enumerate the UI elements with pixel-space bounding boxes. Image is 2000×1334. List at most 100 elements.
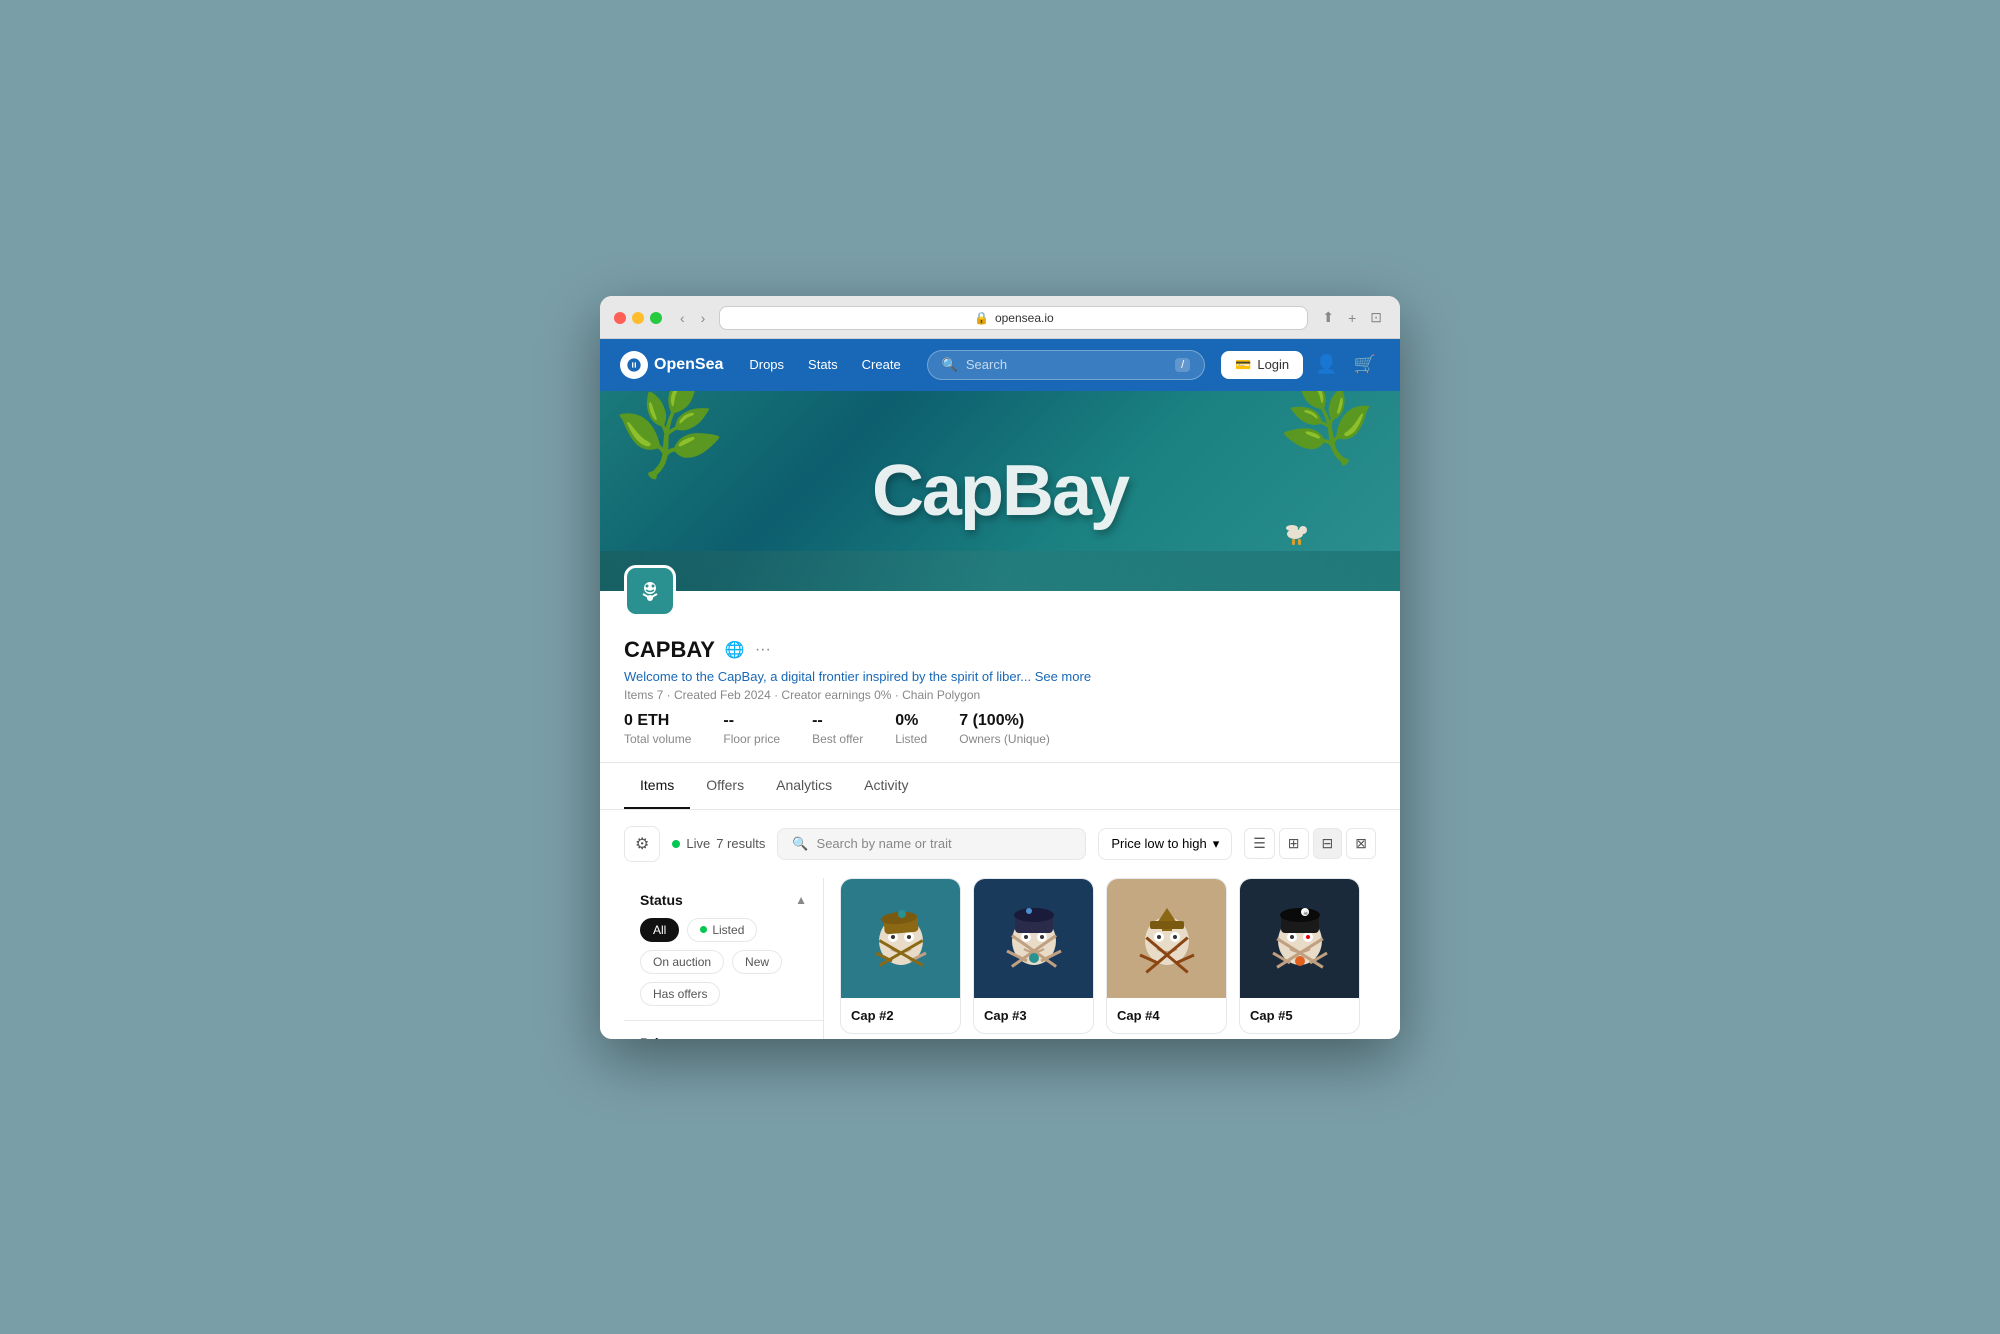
traffic-lights [614,312,662,324]
lock-icon: 🔒 [974,311,989,325]
more-options-button[interactable]: ··· [755,641,771,659]
nav-drops[interactable]: Drops [739,353,794,376]
fullscreen-button[interactable] [650,312,662,324]
stat-floor-price-value: -- [723,712,780,730]
stat-owners-label: Owners (Unique) [959,732,1050,746]
browser-right-buttons: ⬆ + ⊡ [1318,307,1386,328]
tab-activity[interactable]: Activity [848,763,924,809]
results-count: 7 results [716,836,765,851]
collection-description: Welcome to the CapBay, a digital frontie… [624,669,1376,684]
opensea-logo[interactable]: OpenSea [620,351,723,379]
stat-total-volume-value: 0 ETH [624,712,691,730]
address-bar[interactable]: 🔒 opensea.io [719,306,1308,330]
search-shortcut: / [1175,358,1190,372]
collection-name: CAPBAY [624,637,715,663]
bird-decoration [1270,514,1320,561]
chip-has-offers[interactable]: Has offers [640,982,720,1006]
stat-owners: 7 (100%) Owners (Unique) [959,712,1050,746]
nft-card-cap2[interactable]: Cap #2 [840,878,961,1034]
chip-all[interactable]: All [640,918,679,942]
status-filter-section: Status ▲ All Listed On auction New Has o… [624,878,823,1021]
status-filter-chips: All Listed On auction New Has offers [640,918,807,1006]
nft-name-cap2: Cap #2 [851,1008,950,1023]
nav-create[interactable]: Create [852,353,911,376]
list-view-button[interactable]: ☰ [1244,828,1275,859]
logo-icon [620,351,648,379]
items-area: ⚙ Live 7 results 🔍 Search by name or tra… [600,810,1400,1039]
large-grid-view-button[interactable]: ⊠ [1346,828,1376,859]
stat-best-offer-value: -- [812,712,863,730]
items-search-bar[interactable]: 🔍 Search by name or trait [777,828,1086,860]
nft-info-cap2: Cap #2 [841,998,960,1033]
palm-right-decoration: 🌿 [1274,391,1379,473]
live-indicator: Live 7 results [672,836,765,851]
live-label: Live [686,836,710,851]
tab-items[interactable]: Items [624,763,690,809]
search-icon: 🔍 [792,836,808,852]
share-button[interactable]: ⬆ [1318,307,1338,328]
new-tab-button[interactable]: + [1344,307,1360,328]
collection-info: CAPBAY 🌐 ··· Welcome to the CapBay, a di… [600,591,1400,763]
stat-best-offer: -- Best offer [812,712,863,746]
nft-image-cap2 [841,879,960,998]
filter-toggle-button[interactable]: ⚙ [624,826,660,862]
price-chevron-icon: ▾ [801,1036,807,1039]
collection-meta: Items 7 · Created Feb 2024 · Creator ear… [624,688,1376,702]
close-button[interactable] [614,312,626,324]
collection-avatar [624,565,676,617]
chevron-down-icon: ▾ [1213,836,1220,852]
chip-new[interactable]: New [732,950,782,974]
stat-total-volume-label: Total volume [624,732,691,746]
price-filter-section: Price ▾ [624,1021,823,1039]
opensea-navbar: OpenSea Drops Stats Create 🔍 Search / 💳 … [600,339,1400,391]
tab-analytics[interactable]: Analytics [760,763,848,809]
sort-dropdown[interactable]: Price low to high ▾ [1098,828,1232,860]
live-dot [672,840,680,848]
nft-info-cap4: Cap #4 [1107,998,1226,1033]
nft-grid: Cap #2 [824,878,1376,1039]
stat-best-offer-label: Best offer [812,732,863,746]
nft-info-cap5: Cap #5 [1240,998,1359,1033]
nav-stats[interactable]: Stats [798,353,848,376]
page-content: OpenSea Drops Stats Create 🔍 Search / 💳 … [600,339,1400,1039]
back-button[interactable]: ‹ [676,308,689,328]
nft-card-cap3[interactable]: Cap #3 [973,878,1094,1034]
nft-card-cap4[interactable]: Cap #4 [1106,878,1227,1034]
collection-tabs: Items Offers Analytics Activity [600,763,1400,810]
forward-button[interactable]: › [697,308,710,328]
stat-floor-price-label: Floor price [723,732,780,746]
more-button[interactable]: ⊡ [1366,307,1386,328]
tab-offers[interactable]: Offers [690,763,760,809]
view-toggle-buttons: ☰ ⊞ ⊟ ⊠ [1244,828,1376,859]
nft-info-cap3: Cap #3 [974,998,1093,1033]
price-filter-label: Price [640,1035,674,1039]
cart-icon-button[interactable]: 🛒 [1350,350,1380,379]
chip-on-auction[interactable]: On auction [640,950,724,974]
hero-banner: 🌿 🌿 CapBay [600,391,1400,591]
sort-label: Price low to high [1111,836,1206,851]
nft-image-cap5: ☠ [1240,879,1359,998]
stat-listed-label: Listed [895,732,927,746]
minimize-button[interactable] [632,312,644,324]
url-text: opensea.io [995,311,1054,325]
globe-icon-button[interactable]: 🌐 [725,640,745,660]
nav-search-bar[interactable]: 🔍 Search / [927,350,1205,380]
profile-icon-button[interactable]: 👤 [1311,350,1341,379]
status-filter-header[interactable]: Status ▲ [640,892,807,908]
status-chevron-up-icon: ▲ [795,893,807,907]
chip-listed[interactable]: Listed [687,918,757,942]
grid-view-button[interactable]: ⊟ [1313,828,1343,859]
nav-right-section: 💳 Login 👤 🛒 [1221,350,1380,379]
small-grid-view-button[interactable]: ⊞ [1279,828,1309,859]
collection-stats: 0 ETH Total volume -- Floor price -- Bes… [624,712,1376,746]
status-filter-label: Status [640,892,683,908]
browser-window: ‹ › 🔒 opensea.io ⬆ + ⊡ OpenSea [600,296,1400,1039]
nft-card-cap5[interactable]: ☠ Cap #5 [1239,878,1360,1034]
see-more-link[interactable]: See more [1035,669,1091,684]
stat-owners-value: 7 (100%) [959,712,1050,730]
login-button[interactable]: 💳 Login [1221,351,1303,379]
collection-header: CAPBAY 🌐 ··· [624,637,1376,663]
stat-floor-price: -- Floor price [723,712,780,746]
price-filter-header[interactable]: Price ▾ [640,1035,807,1039]
items-search-placeholder: Search by name or trait [817,836,952,851]
